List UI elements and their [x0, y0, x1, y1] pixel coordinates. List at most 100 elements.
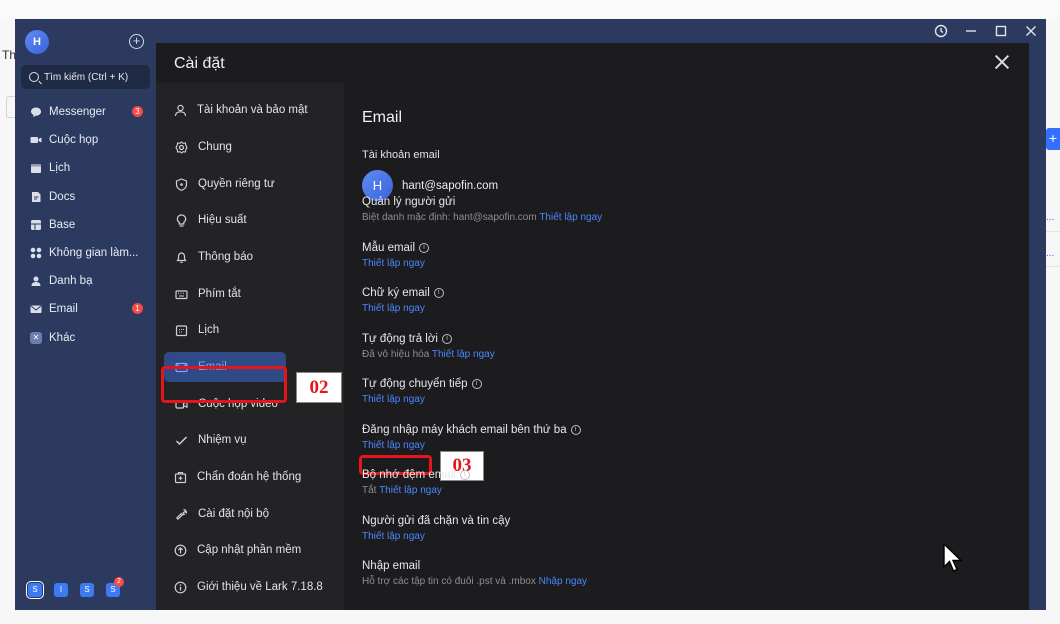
nav-item-label: Email	[49, 303, 78, 316]
settings-tab-general[interactable]: Chung	[164, 132, 286, 162]
shield-icon	[174, 177, 188, 191]
setting-subtitle: Thiết lập ngay	[362, 531, 962, 542]
unread-badge: 2	[114, 577, 124, 587]
video-icon	[30, 134, 42, 146]
minimize-icon[interactable]	[956, 19, 986, 43]
maximize-icon[interactable]	[986, 19, 1016, 43]
setting-title-text: Chữ ký email	[362, 287, 430, 299]
setup-now-link[interactable]: Thiết lập ngay	[539, 212, 602, 223]
history-icon[interactable]	[926, 19, 956, 43]
setting-title-text: Đăng nhập máy khách email bên thứ ba	[362, 424, 567, 436]
search-input[interactable]: Tìm kiếm (Ctrl + K)	[21, 65, 150, 89]
settings-dialog: Cài đặt Tài khoản và bảo mật Chung Quyền…	[156, 43, 1029, 610]
setup-now-link[interactable]: Thiết lập ngay	[379, 485, 442, 496]
nav-item-meetings[interactable]: Cuộc họp	[15, 126, 156, 154]
setting-row-import-email: Nhập email Hỗ trợ các tập tin có đuôi .p…	[362, 560, 962, 587]
nav-item-messenger[interactable]: Messenger 3	[15, 98, 156, 126]
app-shortcut[interactable]: S	[80, 583, 94, 597]
settings-tab-tasks[interactable]: Nhiệm vụ	[164, 425, 286, 455]
nav-item-contacts[interactable]: Danh bạ	[15, 267, 156, 295]
nav-item-label: Khác	[49, 331, 76, 344]
base-icon	[30, 219, 42, 231]
setup-now-link[interactable]: Thiết lập ngay	[362, 394, 425, 405]
wrench-icon	[174, 507, 188, 521]
background-more-icon: ...	[1046, 212, 1055, 223]
setting-row-sender-management: Quản lý người gửi Biệt danh mặc định: ha…	[362, 196, 962, 223]
account-label: Tài khoản email	[362, 149, 440, 161]
setting-title: Mẫu email i	[362, 242, 962, 254]
close-icon[interactable]	[993, 53, 1011, 71]
setting-row-third-party-client: Đăng nhập máy khách email bên thứ ba i T…	[362, 424, 962, 451]
info-icon[interactable]: i	[471, 379, 482, 389]
unread-badge: 1	[132, 303, 143, 315]
settings-tab-label: Hiệu suất	[198, 214, 247, 226]
info-icon[interactable]: i	[433, 288, 444, 298]
info-icon[interactable]: i	[419, 243, 430, 253]
setting-subtitle: Thiết lập ngay	[362, 258, 962, 269]
info-icon[interactable]: i	[459, 470, 470, 480]
nav-item-label: Docs	[49, 190, 76, 203]
settings-tab-label: Cài đặt nội bộ	[198, 508, 269, 520]
setting-title: Đăng nhập máy khách email bên thứ ba i	[362, 424, 962, 436]
setting-title-text: Tự động trả lời	[362, 333, 438, 345]
settings-tab-account-security[interactable]: Tài khoản và bảo mật	[164, 95, 308, 125]
app-shortcut[interactable]: S	[26, 581, 44, 599]
setting-subtitle: Tắt Thiết lập ngay	[362, 485, 962, 496]
calendar-icon	[174, 323, 188, 337]
setting-title: Tự động chuyển tiếp i	[362, 378, 962, 390]
settings-tab-diagnosis[interactable]: Chẩn đoán hệ thống	[164, 462, 301, 492]
nav-item-email[interactable]: Email 1	[15, 295, 156, 323]
setting-description: Hỗ trợ các tập tin có đuôi .pst và .mbox	[362, 576, 536, 587]
unread-badge: 3	[132, 106, 143, 117]
update-icon	[174, 543, 187, 557]
setup-now-link[interactable]: Thiết lập ngay	[362, 531, 425, 542]
account-email: hant@sapofin.com	[402, 180, 499, 192]
avatar[interactable]: H	[25, 30, 49, 54]
nav-item-label: Lịch	[49, 162, 71, 175]
app-shortcut[interactable]: I	[54, 583, 68, 597]
nav-item-more[interactable]: ✕ Khác	[15, 324, 156, 352]
info-icon[interactable]: i	[570, 425, 581, 435]
nav-item-docs[interactable]: Docs	[15, 183, 156, 211]
setting-subtitle: Thiết lập ngay	[362, 303, 962, 314]
app-shortcut[interactable]: S 2	[106, 577, 124, 597]
plus-icon[interactable]: +	[129, 34, 144, 49]
info-icon[interactable]: i	[441, 334, 452, 344]
settings-tab-label: Nhiệm vụ	[198, 434, 247, 446]
setting-title: Quản lý người gửi	[362, 196, 456, 208]
settings-tab-internal[interactable]: Cài đặt nội bộ	[164, 499, 286, 529]
background-more-icon: ...	[1046, 248, 1055, 259]
setting-row-signature: Chữ ký email i Thiết lập ngay	[362, 287, 962, 314]
nav-item-label: Base	[49, 218, 76, 231]
settings-sidebar: Tài khoản và bảo mật Chung Quyền riêng t…	[156, 83, 344, 610]
setting-title: Tự động trả lời i	[362, 333, 962, 345]
setup-now-link[interactable]: Thiết lập ngay	[362, 440, 425, 451]
contacts-icon	[30, 275, 42, 287]
setting-description: Đã vô hiệu hóa	[362, 349, 430, 360]
main-navigation: H + Tìm kiếm (Ctrl + K) Messenger 3 Cuộc…	[15, 19, 156, 610]
settings-tab-about[interactable]: Giới thiệu về Lark 7.18.8	[164, 572, 323, 602]
setup-now-link[interactable]: Thiết lập ngay	[362, 303, 425, 314]
settings-tab-privacy[interactable]: Quyền riêng tư	[164, 169, 286, 199]
settings-tab-performance[interactable]: Hiệu suất	[164, 205, 286, 235]
nav-item-calendar[interactable]: Lịch	[15, 154, 156, 182]
nav-item-workspace[interactable]: Không gian làm...	[15, 239, 156, 267]
background-add-button[interactable]: +	[1046, 128, 1060, 150]
background-divider	[1046, 266, 1060, 267]
settings-tab-label: Quyền riêng tư	[198, 178, 275, 190]
settings-tab-shortcuts[interactable]: Phím tắt	[164, 279, 286, 309]
bottom-app-shortcuts: S I S S 2	[26, 577, 132, 599]
close-icon[interactable]	[1016, 19, 1046, 43]
settings-tab-notifications[interactable]: Thông báo	[164, 242, 286, 272]
search-icon	[29, 72, 39, 82]
mouse-cursor-icon	[943, 543, 963, 572]
settings-tab-software-update[interactable]: Cập nhật phần mềm	[164, 535, 301, 565]
setup-now-link[interactable]: Thiết lập ngay	[362, 258, 425, 269]
chat-icon	[30, 106, 42, 118]
setup-now-link[interactable]: Thiết lập ngay	[432, 349, 495, 360]
import-now-link[interactable]: Nhập ngay	[539, 576, 587, 587]
nav-item-base[interactable]: Base	[15, 211, 156, 239]
settings-tab-calendar[interactable]: Lịch	[164, 315, 286, 345]
setting-title-text: Tự động chuyển tiếp	[362, 378, 468, 390]
nav-list: Messenger 3 Cuộc họp Lịch Docs Base Khôn…	[15, 98, 156, 352]
